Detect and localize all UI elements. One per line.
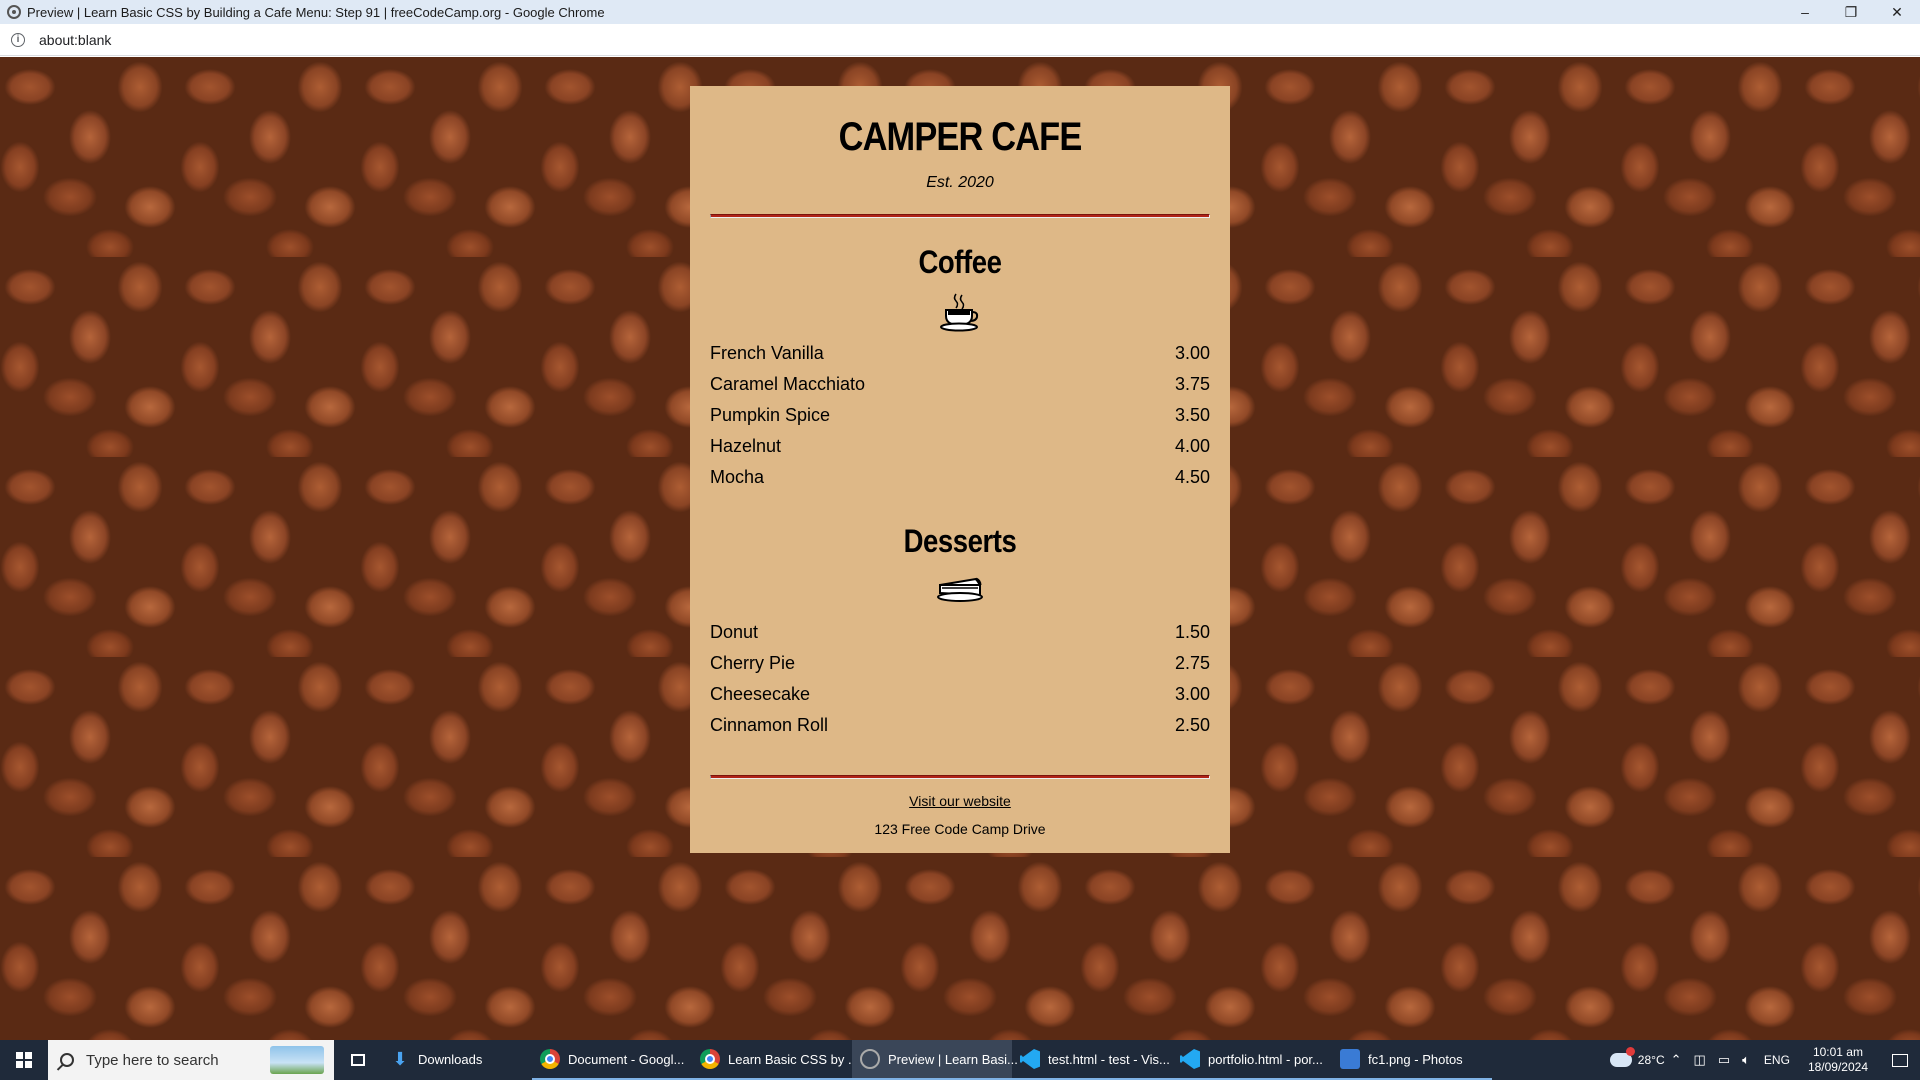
system-tray: 28°C ⌃ ◫ ▭ 🔈︎ ENG 10:01 am 18/09/2024: [1609, 1040, 1920, 1080]
menu-footer: Visit our website 123 Free Code Camp Dri…: [710, 793, 1210, 837]
chrome-icon: [700, 1049, 720, 1069]
weather-temperature[interactable]: 28°C: [1638, 1053, 1665, 1067]
list-item: Hazelnut 4.00: [710, 431, 1210, 462]
desserts-section: Desserts Donut 1.50 Cherry Pie 2.75 Chee…: [710, 521, 1210, 741]
taskbar-item-label: Learn Basic CSS by ...: [728, 1051, 859, 1067]
list-item: Donut 1.50: [710, 617, 1210, 648]
windows-taskbar: Type here to search ⬇ Downloads Document…: [0, 1040, 1920, 1080]
price: 4.50: [1174, 467, 1210, 487]
coffee-section: Coffee French Vanilla 3.00 Caramel Macch…: [710, 242, 1210, 493]
vscode-icon: [1020, 1049, 1040, 1069]
price: 2.75: [1174, 653, 1210, 673]
clock[interactable]: 10:01 am 18/09/2024: [1808, 1045, 1868, 1075]
menu-card: CAMPER CAFE Est. 2020 Coffee French Vani…: [690, 86, 1230, 853]
chrome-icon: [540, 1049, 560, 1069]
globe-icon: [860, 1049, 880, 1069]
taskbar-item-label: test.html - test - Vis...: [1048, 1051, 1170, 1067]
dessert-name: Cinnamon Roll: [710, 715, 829, 735]
restore-button[interactable]: ❐: [1828, 0, 1874, 24]
taskbar-item-document[interactable]: Document - Googl...: [532, 1040, 692, 1080]
volume-icon[interactable]: 🔈︎: [1742, 1052, 1750, 1068]
list-item: Cherry Pie 2.75: [710, 648, 1210, 679]
dessert-name: Cherry Pie: [710, 653, 796, 673]
search-placeholder[interactable]: Type here to search: [86, 1052, 219, 1069]
windows-logo-icon: [16, 1052, 32, 1068]
notification-icon: [1892, 1053, 1908, 1067]
flavor-name: Pumpkin Spice: [710, 405, 831, 425]
list-item: French Vanilla 3.00: [710, 338, 1210, 369]
bottom-divider: [710, 775, 1210, 779]
desserts-heading: Desserts: [903, 523, 1017, 559]
address-bar[interactable]: i about:blank: [0, 24, 1920, 56]
taskbar-item-label: Document - Googl...: [568, 1051, 685, 1067]
vscode-icon: [1180, 1049, 1200, 1069]
taskbar-search-box[interactable]: Type here to search: [48, 1040, 334, 1080]
download-folder-icon: ⬇: [392, 1049, 408, 1069]
taskbar-item-label: Downloads: [418, 1051, 483, 1067]
flavor-name: Mocha: [710, 467, 765, 487]
price: 3.00: [1174, 684, 1210, 704]
taskbar-item-learn-css[interactable]: Learn Basic CSS by ...: [692, 1040, 859, 1080]
list-item: Cinnamon Roll 2.50: [710, 710, 1210, 741]
start-button[interactable]: [0, 1040, 48, 1080]
established-text: Est. 2020: [926, 174, 994, 191]
price: 3.00: [1174, 343, 1210, 363]
notifications-button[interactable]: [1880, 1040, 1920, 1080]
close-button[interactable]: ✕: [1874, 0, 1920, 24]
taskbar-item-label: fc1.png - Photos: [1368, 1051, 1463, 1067]
price: 1.50: [1174, 622, 1210, 642]
taskbar-item-vscode-portfolio[interactable]: portfolio.html - por...: [1172, 1040, 1332, 1080]
taskbar-item-photos[interactable]: fc1.png - Photos: [1332, 1040, 1492, 1080]
taskbar-item-vscode-test[interactable]: test.html - test - Vis...: [1012, 1040, 1172, 1080]
list-item: Mocha 4.50: [710, 462, 1210, 493]
photos-icon: [1340, 1049, 1360, 1069]
taskbar-item-label: portfolio.html - por...: [1208, 1051, 1323, 1067]
window-title: Preview | Learn Basic CSS by Building a …: [27, 4, 605, 20]
visit-website-link[interactable]: Visit our website: [710, 793, 1210, 809]
pie-slice-icon: [710, 571, 1210, 615]
network-icon[interactable]: ▭: [1718, 1052, 1730, 1068]
url-text[interactable]: about:blank: [39, 32, 111, 48]
dessert-name: Cheesecake: [710, 684, 811, 704]
window-titlebar: Preview | Learn Basic CSS by Building a …: [0, 0, 1920, 24]
list-item: Pumpkin Spice 3.50: [710, 400, 1210, 431]
taskbar-item-downloads[interactable]: ⬇ Downloads: [382, 1040, 532, 1080]
price: 4.00: [1174, 436, 1210, 456]
coffee-heading: Coffee: [918, 244, 1002, 280]
cafe-name: CAMPER CAFE: [838, 115, 1083, 159]
flavor-name: Caramel Macchiato: [710, 374, 866, 394]
task-view-button[interactable]: [334, 1040, 382, 1080]
desserts-list: Donut 1.50 Cherry Pie 2.75 Cheesecake 3.…: [710, 617, 1210, 741]
price: 3.75: [1174, 374, 1210, 394]
taskbar-item-label: Preview | Learn Basi...: [888, 1051, 1018, 1067]
task-view-icon: [351, 1054, 365, 1066]
chevron-up-icon[interactable]: ⌃: [1671, 1052, 1682, 1068]
price: 2.50: [1174, 715, 1210, 735]
coffee-list: French Vanilla 3.00 Caramel Macchiato 3.…: [710, 338, 1210, 493]
chrome-app-icon: [7, 5, 21, 19]
search-highlight-image: [270, 1046, 324, 1074]
weather-icon[interactable]: [1609, 1047, 1635, 1067]
coffee-cup-icon: [710, 292, 1210, 336]
minimize-button[interactable]: –: [1782, 0, 1828, 24]
top-divider: [710, 214, 1210, 218]
list-item: Caramel Macchiato 3.75: [710, 369, 1210, 400]
dessert-name: Donut: [710, 622, 759, 642]
clock-time: 10:01 am: [1812, 1045, 1863, 1059]
language-indicator[interactable]: ENG: [1764, 1053, 1790, 1067]
address-text: 123 Free Code Camp Drive: [874, 821, 1046, 837]
list-item: Cheesecake 3.00: [710, 679, 1210, 710]
flavor-name: French Vanilla: [710, 343, 824, 363]
price: 3.50: [1174, 405, 1210, 425]
search-icon: [60, 1053, 74, 1067]
flavor-name: Hazelnut: [710, 436, 782, 456]
clock-date: 18/09/2024: [1807, 1060, 1868, 1074]
camera-icon[interactable]: ◫: [1694, 1052, 1706, 1068]
taskbar-item-preview[interactable]: Preview | Learn Basi...: [852, 1040, 1018, 1080]
info-icon[interactable]: i: [11, 32, 25, 47]
